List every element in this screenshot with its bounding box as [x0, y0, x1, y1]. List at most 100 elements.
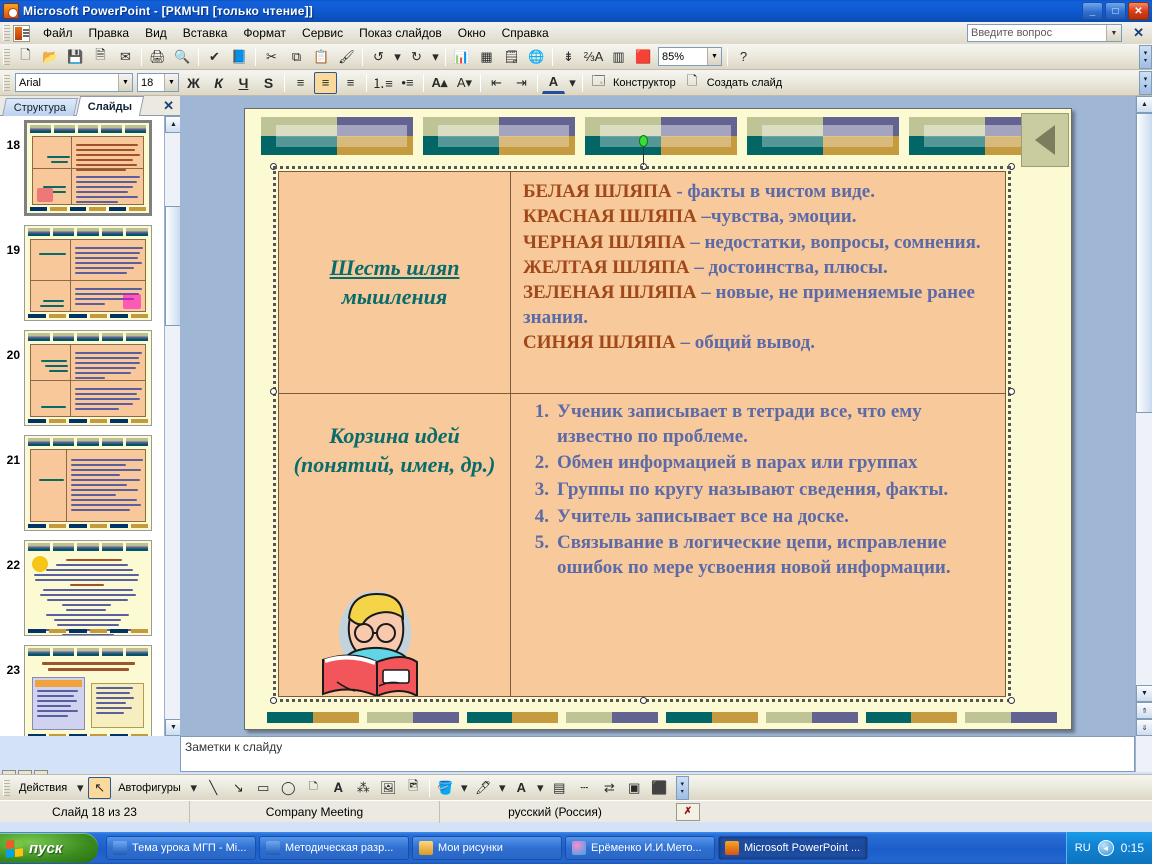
table-icon[interactable]: ▦ — [475, 46, 498, 68]
menu-slideshow[interactable]: Показ слайдов — [351, 23, 450, 43]
underline-button[interactable]: Ч — [232, 72, 255, 94]
thumbnail-item[interactable]: 21 — [0, 435, 164, 531]
menu-window[interactable]: Окно — [450, 23, 494, 43]
table-cell-heading[interactable]: Корзина идей (понятий, имен, др.) — [279, 394, 511, 696]
spelling-status-icon[interactable]: ✗ — [676, 802, 700, 821]
thumbnail-preview[interactable] — [24, 120, 152, 216]
menu-tools[interactable]: Сервис — [294, 23, 351, 43]
thumbnail-list[interactable]: 18 19 20 21 22 23 — [0, 116, 164, 736]
fill-color-dropdown-icon[interactable]: ▾ — [459, 777, 470, 799]
autoshapes-menu[interactable]: Автофигуры — [112, 782, 187, 794]
slide-pane-scrollbar[interactable]: ▲ ▼ ⇑ ⇓ — [1135, 96, 1152, 736]
save-icon[interactable]: 💾 — [64, 46, 87, 68]
copy-icon[interactable]: ⧉ — [285, 46, 308, 68]
select-arrow-icon[interactable]: ↖ — [88, 776, 112, 799]
tab-slides[interactable]: Слайды — [75, 96, 145, 116]
font-name-combo[interactable]: Arial ▼ — [15, 73, 133, 92]
scroll-up-icon[interactable]: ▲ — [1136, 96, 1152, 113]
table-cell-body[interactable]: Ученик записывает в тетради все, что ему… — [511, 394, 1005, 696]
font-color-dropdown-icon[interactable]: ▾ — [567, 72, 578, 94]
new-slide-icon[interactable]: 🗋 — [681, 72, 704, 94]
expand-all-icon[interactable]: ⇟ — [557, 46, 580, 68]
thumbnail-item[interactable]: 22 — [0, 540, 164, 636]
resize-handle[interactable] — [270, 697, 277, 704]
colors-icon[interactable]: 🟥 — [632, 46, 655, 68]
3d-style-icon[interactable]: ⬛ — [648, 777, 671, 799]
font-color-icon[interactable]: A — [542, 72, 565, 94]
redo-icon[interactable]: ↻ — [405, 46, 428, 68]
font-size-combo[interactable]: 18 ▼ — [137, 73, 179, 92]
language-indicator[interactable]: RU — [1075, 842, 1091, 854]
align-right-icon[interactable]: ≡ — [339, 72, 362, 94]
print-icon[interactable]: 🖨 — [146, 46, 169, 68]
line-color-icon[interactable]: 🖊 — [472, 777, 495, 799]
zoom-combo[interactable]: 85% ▼ — [658, 47, 722, 66]
toolbar-overflow-button[interactable]: ▾ ▾ — [1139, 44, 1152, 69]
resize-handle[interactable] — [270, 388, 277, 395]
menu-insert[interactable]: Вставка — [175, 23, 236, 43]
paste-icon[interactable]: 📋 — [310, 46, 333, 68]
table-cell-body[interactable]: БЕЛАЯ ШЛЯПА - факты в чистом виде. КРАСН… — [511, 172, 1005, 393]
dash-style-icon[interactable]: ┄ — [573, 777, 596, 799]
previous-slide-double-icon[interactable]: ⇑ — [1136, 702, 1152, 719]
increase-font-size-icon[interactable]: A▴ — [428, 72, 451, 94]
increase-indent-icon[interactable]: ⇥ — [510, 72, 533, 94]
thumbnail-preview[interactable] — [24, 645, 152, 736]
thumbnail-item[interactable]: 18 — [0, 120, 164, 216]
slide-design-icon[interactable]: 🗔 — [587, 72, 610, 94]
picture-icon[interactable]: 🖻 — [402, 777, 425, 799]
table-cell-heading[interactable]: Шесть шляп мышления — [279, 172, 511, 393]
cut-icon[interactable]: ✂ — [260, 46, 283, 68]
grid-icon[interactable]: ▥ — [607, 46, 630, 68]
wordart-icon[interactable]: 𝐀 — [327, 777, 350, 799]
scroll-thumb[interactable] — [165, 206, 181, 326]
undo-dropdown-icon[interactable]: ▾ — [392, 46, 403, 68]
chevron-down-icon[interactable]: ▼ — [1106, 25, 1121, 41]
taskbar-item[interactable]: Мои рисунки — [412, 836, 562, 860]
status-language[interactable]: русский (Россия) — [440, 801, 670, 823]
undo-icon[interactable]: ↺ — [367, 46, 390, 68]
decrease-indent-icon[interactable]: ⇤ — [485, 72, 508, 94]
chevron-down-icon[interactable]: ▼ — [707, 48, 721, 65]
resize-handle[interactable] — [640, 697, 647, 704]
italic-button[interactable]: К — [207, 72, 230, 94]
thumbnail-preview[interactable] — [24, 225, 152, 321]
close-button[interactable]: ✕ — [1128, 2, 1149, 20]
close-pane-icon[interactable]: ✕ — [163, 98, 174, 114]
font-color-icon[interactable]: A — [510, 777, 533, 799]
animation-icon[interactable]: ⅔A — [582, 46, 605, 68]
drawing-toolbar-overflow-button[interactable]: ▾ ▾ — [675, 775, 689, 800]
drawing-toolbar-grip[interactable] — [3, 779, 10, 796]
permission-icon[interactable]: 🗎 — [89, 46, 112, 68]
thumbnail-item[interactable]: 23 — [0, 645, 164, 736]
align-center-icon[interactable]: ≡ — [314, 71, 337, 94]
email-icon[interactable]: ✉ — [114, 46, 137, 68]
textbox-icon[interactable]: 🗅 — [302, 777, 325, 799]
redo-dropdown-icon[interactable]: ▾ — [430, 46, 441, 68]
formatting-toolbar-grip[interactable] — [3, 74, 10, 91]
start-button[interactable]: пуск — [0, 833, 98, 863]
menu-grip[interactable] — [3, 25, 10, 41]
insert-table-icon[interactable]: 🗒 — [500, 46, 523, 68]
menu-file[interactable]: Файл — [35, 23, 81, 43]
print-preview-icon[interactable]: 🔍 — [171, 46, 194, 68]
arrow-style-icon[interactable]: ⇄ — [598, 777, 621, 799]
resize-handle[interactable] — [270, 163, 277, 170]
rotate-handle[interactable] — [639, 135, 648, 147]
line-style-icon[interactable]: ▤ — [548, 777, 571, 799]
format-painter-icon[interactable]: 🖌 — [335, 46, 358, 68]
formatting-toolbar-overflow-button[interactable]: ▾ ▾ — [1139, 70, 1152, 95]
thumbnail-item[interactable]: 19 — [0, 225, 164, 321]
diagram-icon[interactable]: ⁂ — [352, 777, 375, 799]
actions-dropdown-icon[interactable]: ▾ — [74, 777, 86, 799]
arrow-icon[interactable]: ↘ — [227, 777, 250, 799]
thumbnail-preview[interactable] — [24, 435, 152, 531]
chevron-down-icon[interactable]: ▼ — [118, 74, 132, 91]
notes-scrollbar[interactable] — [1135, 736, 1152, 772]
thumbnail-item[interactable]: 20 — [0, 330, 164, 426]
thumbnail-preview[interactable] — [24, 330, 152, 426]
new-slide-label[interactable]: Создать слайд — [705, 77, 786, 89]
font-color-dropdown-icon[interactable]: ▾ — [535, 777, 546, 799]
taskbar-item[interactable]: Тема урока МГП - Mi... — [106, 836, 256, 860]
ask-a-question-input[interactable]: Введите вопрос ▼ — [967, 24, 1122, 42]
